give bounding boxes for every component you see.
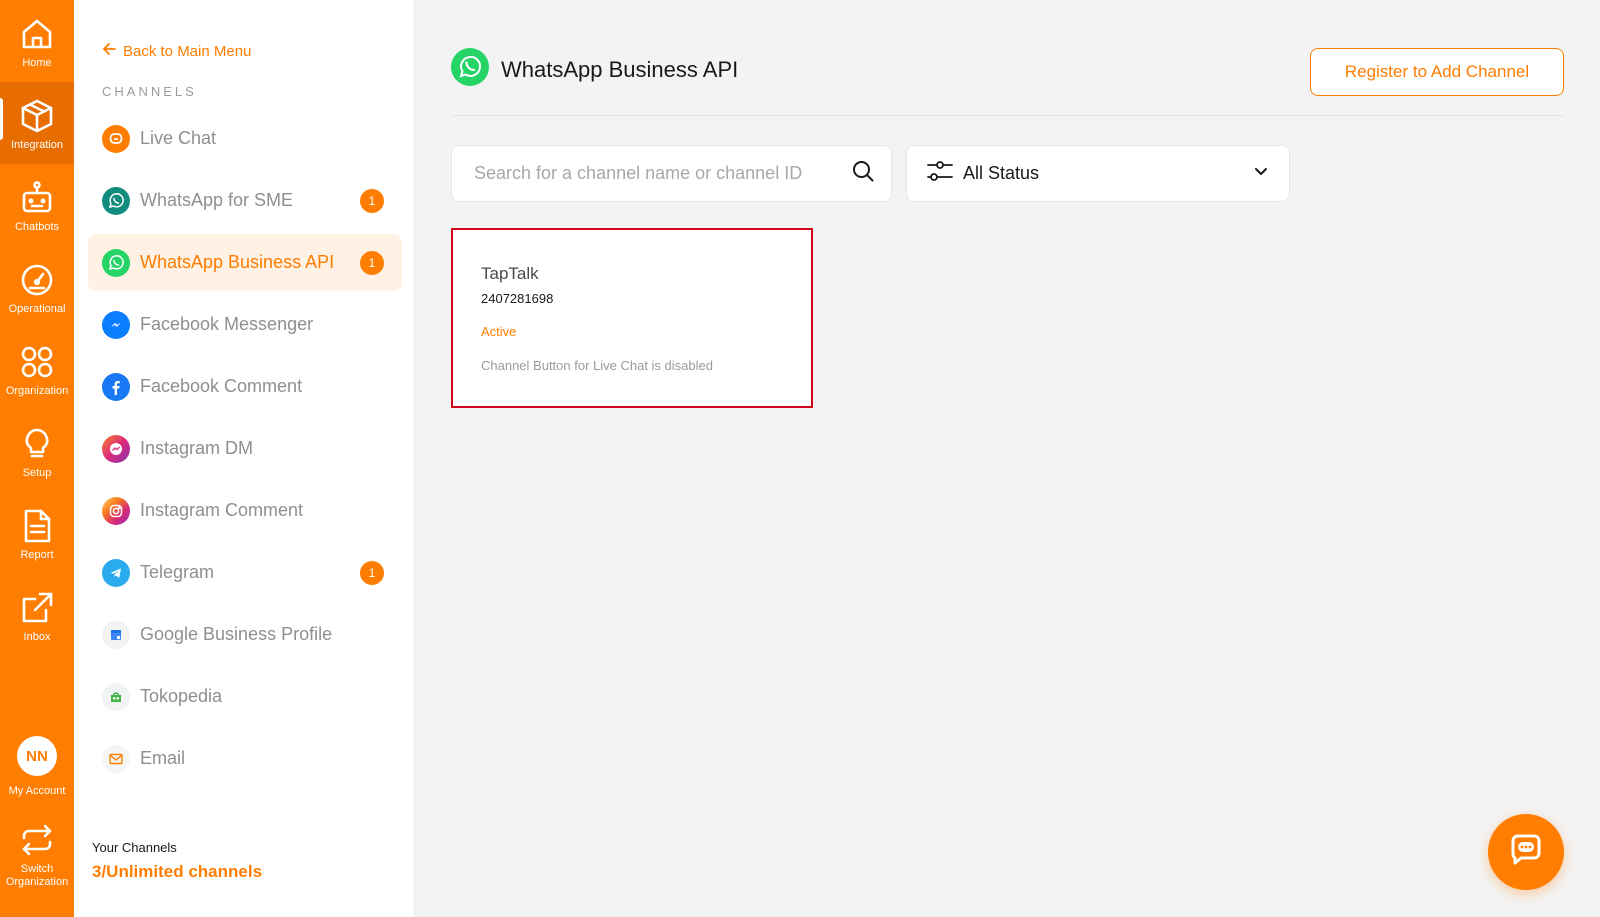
channel-item-email[interactable]: Email — [88, 730, 402, 787]
external-link-icon — [17, 588, 57, 628]
rail-item-report[interactable]: Report — [0, 492, 74, 574]
robot-icon — [17, 178, 57, 218]
channel-item-telegram[interactable]: Telegram 1 — [88, 544, 402, 601]
whatsapp-sme-icon — [102, 186, 130, 215]
channel-label: Live Chat — [140, 128, 217, 148]
rail-label: Operational — [8, 303, 66, 315]
rail-label-line2: Organization — [5, 876, 69, 888]
channel-card-id: 2407281698 — [481, 291, 554, 306]
channel-item-facebook-messenger[interactable]: Facebook Messenger — [88, 296, 402, 353]
filter-sliders-icon — [927, 160, 953, 187]
your-channels-summary: Your Channels 3/Unlimited channels — [92, 840, 262, 882]
rail-item-integration[interactable]: Integration — [0, 82, 74, 164]
page-title: WhatsApp Business API — [501, 56, 739, 82]
live-chat-icon — [102, 124, 130, 153]
main-content: WhatsApp Business API Register to Add Ch… — [415, 0, 1600, 917]
rail-item-my-account[interactable]: NN My Account — [0, 722, 74, 804]
channel-label: Facebook Messenger — [140, 314, 314, 334]
telegram-icon — [102, 558, 130, 587]
rail-label: Home — [22, 57, 52, 69]
channel-item-live-chat[interactable]: Live Chat — [88, 110, 402, 167]
chat-support-button[interactable] — [1488, 814, 1564, 890]
arrow-left-icon — [102, 42, 116, 60]
email-icon — [102, 744, 130, 773]
instagram-dm-icon — [102, 434, 130, 463]
avatar: NN — [17, 736, 57, 776]
search-icon[interactable] — [851, 159, 875, 188]
channel-card-note: Channel Button for Live Chat is disabled — [481, 358, 713, 373]
rail-item-inbox[interactable]: Inbox — [0, 574, 74, 656]
rail-item-operational[interactable]: Operational — [0, 246, 74, 328]
channel-label: Instagram Comment — [140, 500, 304, 520]
channel-card-name: TapTalk — [481, 264, 539, 283]
rail-label: Setup — [22, 467, 52, 479]
cube-icon — [17, 96, 57, 136]
rail-item-chatbots[interactable]: Chatbots — [0, 164, 74, 246]
document-icon — [17, 506, 57, 546]
back-link-label: Back to Main Menu — [123, 42, 252, 60]
google-business-icon — [102, 620, 130, 649]
status-filter-value: All Status — [963, 163, 1040, 183]
back-to-main-menu-link[interactable]: Back to Main Menu — [102, 42, 251, 60]
lightbulb-icon — [17, 424, 57, 464]
header-divider — [451, 115, 1564, 116]
gauge-icon — [17, 260, 57, 300]
rail-item-switch-organization[interactable]: Switch Organization — [0, 806, 74, 917]
register-to-add-channel-button[interactable]: Register to Add Channel — [1310, 48, 1564, 96]
rail-item-home[interactable]: Home — [0, 0, 74, 82]
rail-label: Inbox — [23, 631, 51, 643]
home-icon — [17, 14, 57, 54]
unread-badge: 1 — [360, 250, 384, 275]
channel-label: Facebook Comment — [140, 376, 303, 396]
channel-item-google-business-profile[interactable]: Google Business Profile — [88, 606, 402, 663]
chat-bubble-icon — [1507, 831, 1545, 874]
rail-label: Report — [20, 549, 54, 561]
rail-item-setup[interactable]: Setup — [0, 410, 74, 492]
channel-label: Telegram — [140, 562, 215, 582]
rail-label: Chatbots — [14, 221, 60, 233]
channel-label: WhatsApp Business API — [140, 252, 335, 272]
channel-item-facebook-comment[interactable]: Facebook Comment — [88, 358, 402, 415]
chevron-down-icon — [1253, 163, 1269, 184]
rail-label: Organization — [5, 385, 69, 397]
rail-item-organization[interactable]: Organization — [0, 328, 74, 410]
page-header: WhatsApp Business API — [451, 48, 738, 91]
unread-badge: 1 — [360, 560, 384, 585]
channels-section-label: CHANNELS — [102, 84, 197, 99]
swap-icon — [17, 820, 57, 860]
channel-card[interactable]: TapTalk 2407281698 Active Channel Button… — [451, 228, 813, 408]
channel-item-whatsapp-sme[interactable]: WhatsApp for SME 1 — [88, 172, 402, 229]
main-nav-rail: Home Integration Chatbots Operational Or… — [0, 0, 74, 917]
channel-sidebar: Back to Main Menu CHANNELS Live Chat Wha… — [74, 0, 415, 917]
your-channels-title: Your Channels — [92, 840, 177, 855]
unread-badge: 1 — [360, 188, 384, 213]
channel-label: Email — [140, 748, 186, 768]
messenger-icon — [102, 310, 130, 339]
channel-item-instagram-dm[interactable]: Instagram DM — [88, 420, 402, 477]
channel-search-box — [451, 145, 892, 202]
status-filter-dropdown[interactable]: All Status — [906, 145, 1290, 202]
channel-label: Google Business Profile — [140, 624, 333, 644]
channel-label: Instagram DM — [140, 438, 254, 458]
tokopedia-icon — [102, 682, 130, 711]
whatsapp-logo-icon — [451, 48, 489, 91]
search-input[interactable] — [472, 162, 851, 185]
channel-label: WhatsApp for SME — [140, 190, 294, 210]
instagram-icon — [102, 496, 130, 525]
channel-item-tokopedia[interactable]: Tokopedia — [88, 668, 402, 725]
your-channels-count: 3/Unlimited channels — [92, 862, 263, 881]
channel-card-status: Active — [481, 324, 517, 339]
channel-list: Live Chat WhatsApp for SME 1 WhatsApp Bu… — [88, 110, 402, 792]
rail-label: My Account — [8, 785, 66, 797]
rail-label-line1: Switch — [20, 863, 54, 875]
channel-item-whatsapp-business-api[interactable]: WhatsApp Business API 1 — [88, 234, 402, 291]
rail-label: Integration — [11, 139, 63, 151]
whatsapp-icon — [102, 248, 130, 277]
grid-circles-icon — [17, 342, 57, 382]
facebook-icon — [102, 372, 130, 401]
channel-label: Tokopedia — [140, 686, 223, 706]
channel-item-instagram-comment[interactable]: Instagram Comment — [88, 482, 402, 539]
